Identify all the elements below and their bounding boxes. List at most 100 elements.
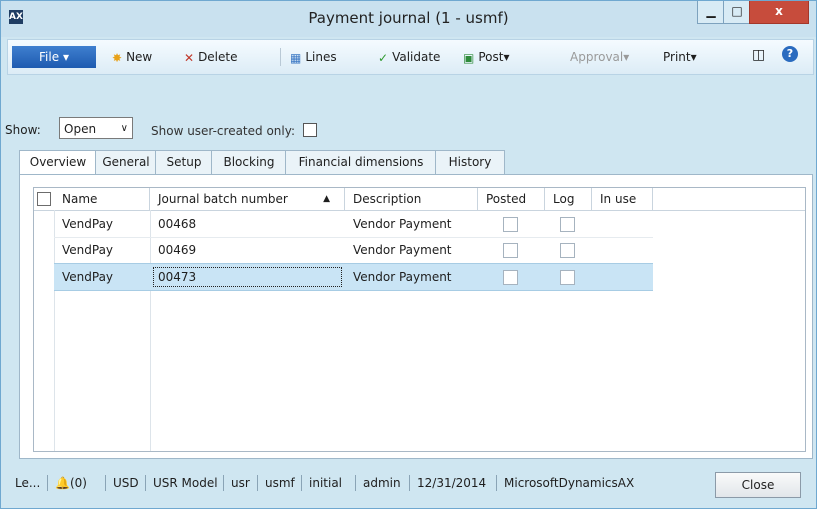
window-title: Payment journal (1 - usmf) — [308, 9, 509, 27]
chevron-down-icon: ∨ — [120, 123, 128, 134]
minimize-button[interactable]: ▁ — [697, 1, 725, 24]
separator — [301, 475, 302, 491]
grid-header: Name Journal batch number ▲ Description … — [34, 188, 805, 211]
separator — [223, 475, 224, 491]
tab-financial-dimensions[interactable]: Financial dimensions — [285, 150, 437, 174]
notifications-button[interactable]: 🔔(0) — [55, 476, 87, 490]
column-header-log[interactable]: Log — [545, 188, 592, 210]
file-menu-button[interactable]: File ▾ — [12, 46, 96, 68]
separator — [145, 475, 146, 491]
show-value: Open — [64, 122, 97, 136]
notification-count: (0) — [69, 476, 87, 490]
tab-setup[interactable]: Setup — [155, 150, 213, 174]
separator — [47, 475, 48, 491]
new-label: New — [126, 50, 153, 64]
separator — [105, 475, 106, 491]
lines-button[interactable]: ▦ Lines — [290, 50, 337, 65]
column-header-posted[interactable]: Posted — [478, 188, 545, 210]
tab-blocking[interactable]: Blocking — [211, 150, 287, 174]
column-header-name[interactable]: Name — [54, 188, 150, 210]
approval-button[interactable]: Approval▾ — [570, 50, 629, 64]
show-label: Show: — [5, 123, 41, 137]
close-button[interactable]: Close — [715, 472, 801, 498]
print-button[interactable]: Print▾ — [663, 50, 697, 64]
cell-batch: 00469 — [158, 243, 197, 257]
layout-icon[interactable]: ◫ — [752, 47, 765, 63]
validate-button[interactable]: ✓ Validate — [378, 50, 440, 65]
overview-panel: Name Journal batch number ▲ Description … — [19, 174, 813, 459]
status-server[interactable]: MicrosoftDynamicsAX — [504, 476, 634, 490]
file-label: File — [39, 50, 60, 64]
chevron-down-icon: ▾ — [62, 50, 69, 64]
log-checkbox[interactable] — [560, 270, 575, 285]
table-row-selected[interactable]: VendPay 00473 Vendor Payment — [54, 263, 653, 291]
table-row[interactable]: VendPay 00469 Vendor Payment — [54, 237, 653, 264]
column-header-batch[interactable]: Journal batch number ▲ — [150, 188, 345, 210]
delete-x-icon: ✕ — [184, 51, 195, 65]
status-le[interactable]: Le... — [15, 476, 40, 490]
help-icon[interactable]: ? — [782, 46, 798, 62]
lines-grid-icon: ▦ — [290, 51, 302, 65]
show-select[interactable]: Open ∨ — [59, 117, 133, 139]
status-company[interactable]: usmf — [265, 476, 295, 490]
posted-checkbox[interactable] — [503, 243, 518, 258]
separator — [496, 475, 497, 491]
title-bar[interactable]: AX Payment journal (1 - usmf) ▁ □ x — [1, 1, 816, 37]
select-all-checkbox[interactable] — [37, 192, 51, 206]
post-button[interactable]: ▣ Post▾ — [463, 50, 509, 65]
post-icon: ▣ — [463, 51, 475, 65]
separator — [257, 475, 258, 491]
column-header-inuse[interactable]: In use — [592, 188, 653, 210]
print-label: Print — [663, 50, 691, 64]
delete-label: Delete — [198, 50, 238, 64]
cell-description: Vendor Payment — [353, 217, 452, 231]
posted-checkbox[interactable] — [503, 270, 518, 285]
cell-description: Vendor Payment — [353, 243, 452, 257]
sort-ascending-icon: ▲ — [323, 194, 330, 204]
status-user[interactable]: admin — [363, 476, 401, 490]
delete-button[interactable]: ✕ Delete — [184, 50, 238, 65]
lines-label: Lines — [305, 50, 337, 64]
chevron-down-icon: ▾ — [503, 50, 510, 64]
bell-icon: 🔔 — [55, 476, 70, 490]
log-checkbox[interactable] — [560, 217, 575, 232]
tab-history[interactable]: History — [435, 150, 505, 174]
user-created-label: Show user-created only: — [151, 124, 296, 138]
close-window-button[interactable]: x — [749, 1, 809, 24]
posted-checkbox[interactable] — [503, 217, 518, 232]
column-header-description[interactable]: Description — [345, 188, 478, 210]
cell-name: VendPay — [62, 270, 114, 284]
table-row[interactable]: VendPay 00468 Vendor Payment — [54, 211, 653, 238]
user-created-filter: Show user-created only: — [151, 123, 317, 138]
status-partition[interactable]: initial — [309, 476, 342, 490]
log-checkbox[interactable] — [560, 243, 575, 258]
cell-name: VendPay — [62, 243, 114, 257]
column-header-batch-label: Journal batch number — [158, 192, 288, 206]
cell-description: Vendor Payment — [353, 270, 452, 284]
action-pane: File ▾ ✸ New ✕ Delete ▦ Lines ✓ Validate ▣ Po… — [7, 39, 814, 75]
post-label: Post — [478, 50, 504, 64]
status-date[interactable]: 12/31/2014 — [417, 476, 486, 490]
new-star-icon: ✸ — [112, 51, 123, 65]
checkmark-icon: ✓ — [378, 51, 389, 65]
payment-journal-window: AX Payment journal (1 - usmf) ▁ □ x File… — [0, 0, 817, 509]
journal-grid: Name Journal batch number ▲ Description … — [33, 187, 806, 452]
separator — [355, 475, 356, 491]
cell-name: VendPay — [62, 217, 114, 231]
status-currency[interactable]: USD — [113, 476, 139, 490]
user-created-checkbox[interactable] — [302, 123, 317, 137]
status-bar: Le... 🔔(0) USD USR Model usr usmf initia… — [9, 467, 809, 501]
status-model[interactable]: USR Model — [153, 476, 218, 490]
validate-label: Validate — [392, 50, 441, 64]
cell-batch[interactable]: 00473 — [150, 264, 345, 290]
tab-overview[interactable]: Overview — [19, 150, 97, 176]
approval-label: Approval — [570, 50, 624, 64]
status-layer[interactable]: usr — [231, 476, 250, 490]
separator — [280, 48, 281, 66]
maximize-button[interactable]: □ — [723, 1, 751, 24]
new-button[interactable]: ✸ New — [112, 50, 152, 65]
tab-general[interactable]: General — [95, 150, 157, 174]
cell-batch: 00468 — [158, 217, 197, 231]
chevron-down-icon: ▾ — [690, 50, 697, 64]
chevron-down-icon: ▾ — [623, 50, 630, 64]
